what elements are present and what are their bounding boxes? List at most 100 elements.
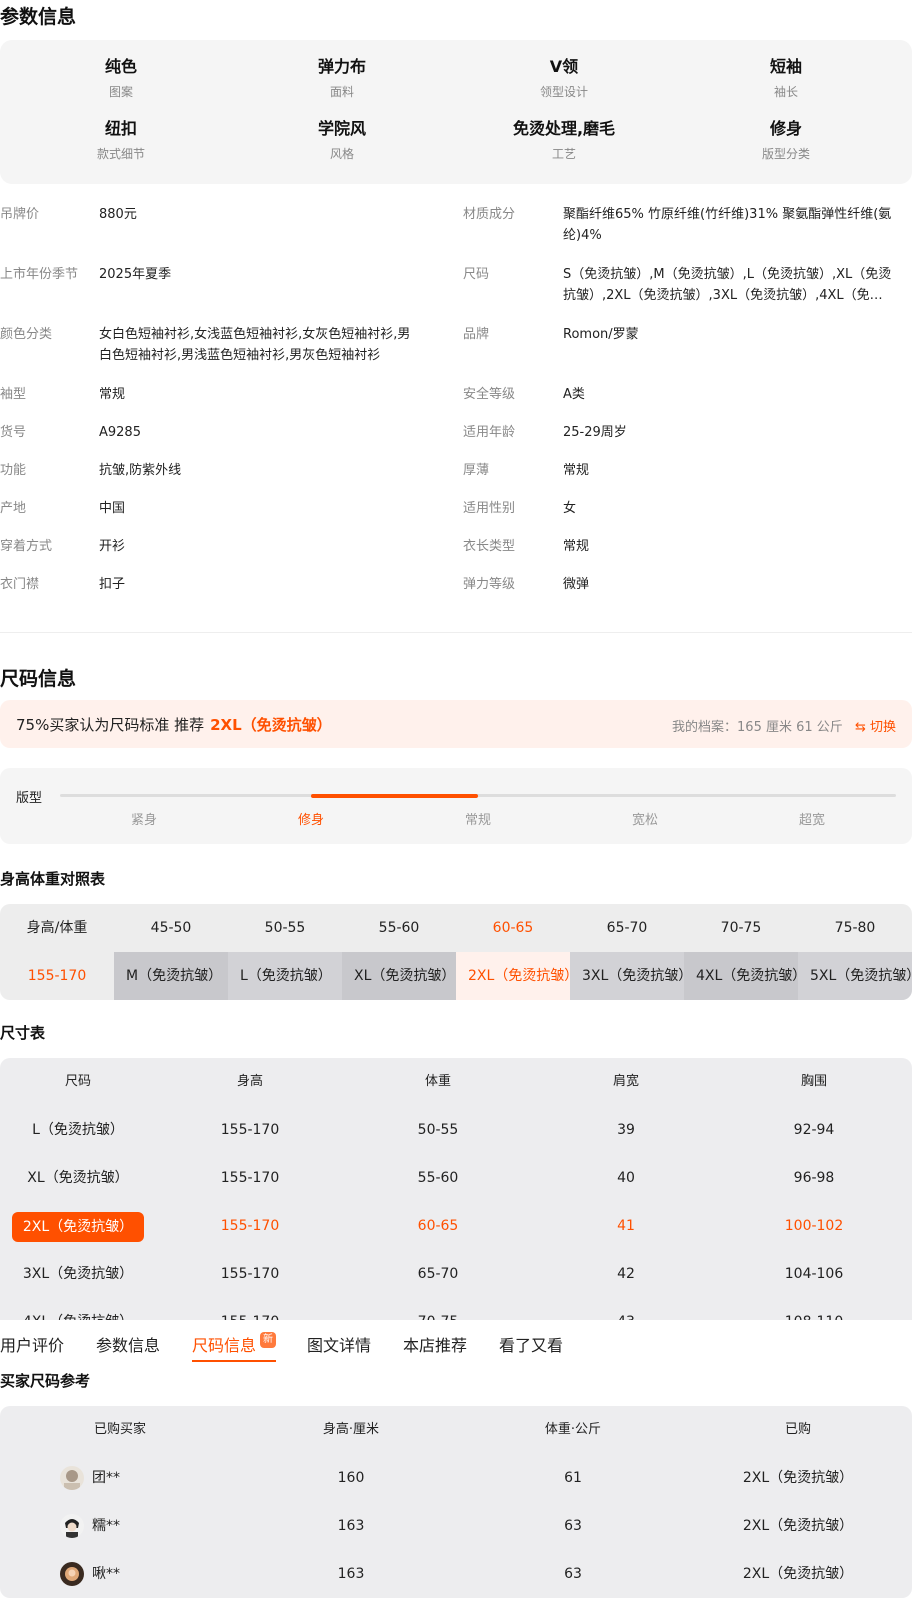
param-value: A9285 <box>99 425 141 440</box>
fit-option-regular: 常规 <box>464 813 491 828</box>
size-table-title: 尺寸表 <box>0 1024 46 1042</box>
attr-label: 工艺 <box>551 147 576 161</box>
hw-weight-header: 70-75 <box>720 920 762 936</box>
param-label: 安全等级 <box>463 387 516 402</box>
param-label: 衣长类型 <box>463 539 516 554</box>
tab-size-info[interactable]: 尺码信息新 <box>192 1332 277 1356</box>
hw-size-cell: M（免烫抗皱） <box>114 952 228 1000</box>
shoulder-cell: 42 <box>617 1266 635 1282</box>
attr-value: 修身 <box>769 119 802 138</box>
size-table-header: 体重 <box>424 1074 451 1089</box>
param-value: 抗皱,防紫外线 <box>99 463 182 478</box>
attr-collar: V领 领型设计 <box>450 57 678 99</box>
tab-detail[interactable]: 图文详情 <box>307 1332 371 1356</box>
buyer-size-table: 已购买家 身高·厘米 体重·公斤 已购 团** 160 61 2XL（免烫抗皱）… <box>0 1406 912 1598</box>
hw-size-cell-selected: 2XL（免烫抗皱） <box>456 952 570 1000</box>
tab-params[interactable]: 参数信息 <box>96 1332 160 1356</box>
selected-size-pill: 2XL（免烫抗皱） <box>12 1212 144 1242</box>
param-label: 颜色分类 <box>0 327 53 342</box>
fit-option-loose: 宽松 <box>631 813 658 828</box>
buyer-size: 2XL（免烫抗皱） <box>742 1518 854 1534</box>
shoulder-cell: 39 <box>617 1122 635 1138</box>
attr-style: 学院风 风格 <box>228 119 456 161</box>
attr-label: 款式细节 <box>96 147 145 161</box>
fit-option-slim: 修身 <box>297 813 324 828</box>
buyer-height: 163 <box>337 1518 365 1534</box>
chest-cell: 96-98 <box>793 1170 835 1186</box>
switch-profile-button[interactable]: ⇆ 切换 <box>855 720 896 735</box>
attr-label: 图案 <box>108 85 133 99</box>
attribute-highlights-card: 纯色 图案 弹力布 面料 V领 领型设计 短袖 袖长 纽扣 款式细节 学院风 风… <box>0 40 912 184</box>
hw-weight-header: 75-80 <box>834 920 876 936</box>
param-value: 聚酯纤维65% 竹原纤维(竹纤维)31% 聚氨酯弹性纤维(氨纶)4% <box>563 207 892 243</box>
params-section-title: 参数信息 <box>0 6 77 28</box>
attr-sleeve: 短袖 袖长 <box>672 57 900 99</box>
buyer-table-title: 买家尺码参考 <box>0 1372 91 1390</box>
param-value: 中国 <box>99 501 126 516</box>
section-divider <box>0 632 912 633</box>
tab-reviews[interactable]: 用户评价 <box>0 1332 64 1356</box>
tab-shop-recommend[interactable]: 本店推荐 <box>403 1332 467 1356</box>
recommend-text-group: 75%买家认为尺码标准 推荐 2XL（免烫抗皱） <box>16 714 332 735</box>
param-value: 扣子 <box>99 577 126 592</box>
buyer-table-header: 体重·公斤 <box>544 1422 602 1437</box>
weight-cell-selected: 60-65 <box>417 1218 459 1234</box>
param-value: S（免烫抗皱）,M（免烫抗皱）,L（免烫抗皱）,XL（免烫抗皱）,2XL（免烫抗… <box>563 267 892 303</box>
height-cell: 155-170 <box>156 1298 344 1320</box>
attr-label: 面料 <box>329 85 354 99</box>
size-table-header: 肩宽 <box>612 1074 639 1089</box>
attr-label: 风格 <box>329 147 354 161</box>
param-label: 材质成分 <box>463 207 516 222</box>
shoulder-cell: 43 <box>532 1298 720 1320</box>
attr-value: 免烫处理,磨毛 <box>512 119 616 138</box>
hw-size-cell: 5XL（免烫抗皱） <box>798 952 912 1000</box>
size-cell-selected-wrap: 2XL（免烫抗皱） <box>0 1202 156 1250</box>
buyer-name: 啾** <box>92 1566 120 1582</box>
swap-icon: ⇆ <box>854 720 866 735</box>
weight-cell: 50-55 <box>417 1122 459 1138</box>
profile-group: 我的档案：165 厘米 61 公斤 ⇆ 切换 <box>672 716 896 735</box>
buyer-table-header: 身高·厘米 <box>322 1422 380 1437</box>
param-value: Romon/罗蒙 <box>563 327 639 342</box>
profile-text: 我的档案：165 厘米 61 公斤 <box>672 720 843 735</box>
buyer-weight: 61 <box>564 1470 582 1486</box>
size-table-header: 胸围 <box>800 1074 827 1089</box>
param-label: 品牌 <box>463 327 490 342</box>
attr-fabric: 弹力布 面料 <box>228 57 456 99</box>
weight-cell: 65-70 <box>417 1266 459 1282</box>
fit-active-segment <box>310 794 478 798</box>
attr-label: 领型设计 <box>539 85 588 99</box>
buyer-table-header: 已购买家 <box>93 1422 146 1437</box>
param-label: 货号 <box>0 425 27 440</box>
hw-weight-header-selected: 60-65 <box>492 920 534 936</box>
param-value: 常规 <box>99 387 126 402</box>
hw-weight-header: 65-70 <box>606 920 648 936</box>
hw-height-label: 155-170 <box>27 968 87 984</box>
attr-label: 袖长 <box>773 85 798 99</box>
param-label: 上市年份季节 <box>0 267 79 282</box>
fit-option-extra-loose: 超宽 <box>798 813 825 828</box>
chest-cell: 108-110 <box>720 1298 908 1320</box>
attr-value: 纯色 <box>104 57 137 76</box>
hw-weight-header: 55-60 <box>378 920 420 936</box>
hw-size-cell: XL（免烫抗皱） <box>342 952 456 1000</box>
param-value: 女 <box>563 501 577 516</box>
param-value: 25-29周岁 <box>563 425 627 440</box>
param-value: 女白色短袖衬衫,女浅蓝色短袖衬衫,女灰色短袖衬衫,男白色短袖衬衫,男浅蓝色短袖衬… <box>99 327 411 363</box>
fit-track <box>60 794 896 798</box>
chest-cell: 92-94 <box>793 1122 835 1138</box>
size-cell: 4XL（免烫抗皱） <box>0 1298 156 1320</box>
param-label: 吊牌价 <box>0 207 40 222</box>
recommend-text: 75%买家认为尺码标准 推荐 <box>16 716 205 734</box>
attr-value: 纽扣 <box>104 119 137 138</box>
param-label: 适用年龄 <box>463 425 516 440</box>
weight-cell: 55-60 <box>417 1170 459 1186</box>
height-cell: 155-170 <box>220 1170 280 1186</box>
tab-also-viewed[interactable]: 看了又看 <box>499 1332 563 1356</box>
fit-label: 版型 <box>16 791 43 806</box>
attr-fit: 修身 版型分类 <box>672 119 900 161</box>
detail-tab-bar: 用户评价 参数信息 尺码信息新 图文详情 本店推荐 看了又看 <box>0 1320 912 1364</box>
param-label: 厚薄 <box>463 463 490 478</box>
tab-label: 尺码信息 <box>192 1336 257 1355</box>
buyer-avatar <box>60 1514 84 1538</box>
